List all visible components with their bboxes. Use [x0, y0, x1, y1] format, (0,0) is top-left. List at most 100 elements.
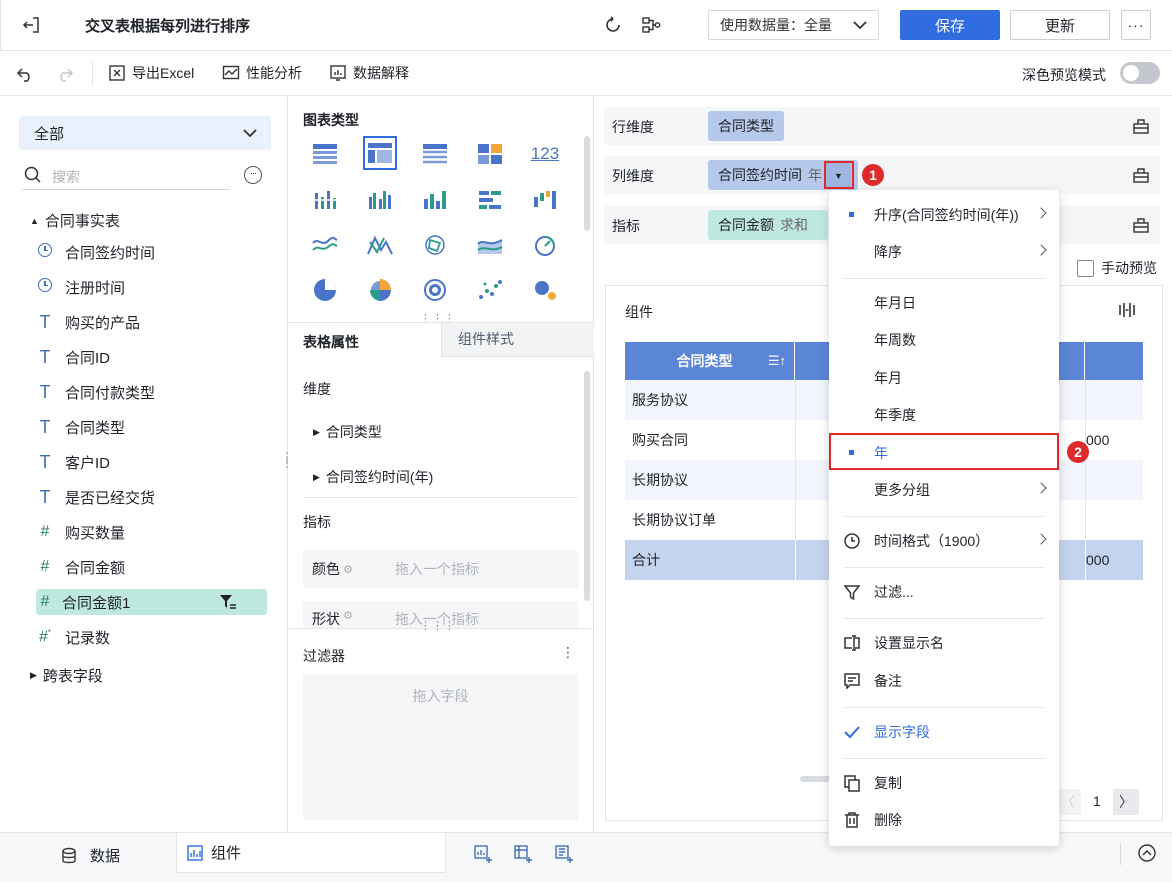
table-cell: 000 — [1085, 420, 1143, 460]
menu-item-more-groups[interactable]: 更多分组 — [829, 472, 1059, 508]
menu-item-descending[interactable]: 降序 — [829, 234, 1059, 270]
radar-chart-icon[interactable] — [418, 228, 452, 262]
field-item[interactable]: # 合同金额 — [36, 554, 125, 580]
cross-table-label: 跨表字段 — [42, 668, 103, 685]
dark-preview-toggle[interactable] — [1120, 62, 1160, 84]
performance-analysis-button[interactable]: 性能分析 — [222, 63, 302, 83]
scope-select[interactable]: 全部 — [19, 116, 271, 150]
sort-icon[interactable]: ☰↑ — [768, 342, 786, 380]
dimension-item[interactable]: ▶ 合同签约时间(年) — [313, 467, 433, 487]
menu-item-filter[interactable]: 过滤... — [829, 574, 1059, 610]
tab-table-props[interactable]: 表格属性 — [303, 332, 359, 352]
number-card-icon[interactable]: 123 — [528, 137, 562, 171]
search-input[interactable]: 搜索 — [52, 167, 80, 187]
add-table-icon[interactable] — [513, 844, 533, 864]
add-text-icon[interactable] — [554, 844, 574, 864]
cross-table-node[interactable]: ▶ 跨表字段 — [30, 665, 103, 686]
menu-item-rename[interactable]: 设置显示名 — [829, 625, 1059, 661]
config-panel: 图表类型 123 ⋮⋮⋮ 表格属性 组件样式 维度 ▶ 合同类型 ▶ 合同签约时间(… — [288, 96, 594, 832]
menu-item-ascending[interactable]: 升序(合同签约时间(年)) — [829, 197, 1059, 233]
tab-component[interactable]: 组件 — [176, 833, 446, 873]
menu-item-show-field[interactable]: 显示字段 — [829, 714, 1059, 750]
row-dimension-label: 行维度 — [612, 119, 654, 135]
menu-item-label: 复制 — [874, 775, 902, 791]
menu-item-copy[interactable]: 复制 — [829, 765, 1059, 801]
field-item[interactable]: # 购买数量 — [36, 519, 125, 545]
scatter-chart-icon[interactable] — [473, 273, 507, 307]
filter-drop-zone[interactable]: 拖入字段 — [303, 674, 578, 820]
table-chart-icon[interactable] — [308, 137, 342, 171]
stacked-bar-icon[interactable] — [308, 183, 342, 217]
dimension-item[interactable]: ▶ 合同类型 — [313, 422, 382, 442]
detail-table-icon[interactable] — [418, 137, 452, 171]
waterfall-chart-icon[interactable] — [528, 183, 562, 217]
manual-preview-checkbox[interactable]: 手动预览 — [1077, 258, 1157, 278]
table-cell: 合计 — [632, 552, 660, 568]
field-item[interactable]: T 购买的产品 — [36, 309, 141, 335]
field-item[interactable]: T 是否已经交货 — [36, 484, 156, 510]
data-amount-select[interactable]: 使用数据量：全量 — [708, 10, 879, 40]
menu-item-ymd[interactable]: 年月日 — [829, 285, 1059, 321]
menu-item-year-week[interactable]: 年周数 — [829, 322, 1059, 358]
metric-lock-button[interactable] — [1122, 206, 1160, 244]
row-dimension-pill[interactable]: 合同类型 — [708, 111, 784, 141]
table-header-label: 合同类型 — [676, 353, 733, 369]
update-button[interactable]: 更新 — [1010, 10, 1110, 40]
bubble-chart-icon[interactable] — [528, 273, 562, 307]
field-item[interactable]: T 合同ID — [36, 344, 111, 370]
redo-icon[interactable] — [56, 65, 74, 83]
more-options-icon[interactable]: ⋮ — [561, 644, 575, 661]
relation-icon[interactable] — [640, 14, 662, 36]
more-button[interactable]: ··· — [1121, 10, 1151, 40]
area-chart-icon[interactable] — [473, 228, 507, 262]
horizontal-bar-icon[interactable] — [473, 183, 507, 217]
table-header-cell[interactable]: 合同类型 ☰↑ — [625, 342, 794, 380]
menu-item-year-month[interactable]: 年月 — [829, 360, 1059, 396]
field-item[interactable]: #* 记录数 — [36, 624, 110, 650]
field-item[interactable]: T 合同付款类型 — [36, 379, 156, 405]
donut-chart-icon[interactable] — [418, 273, 452, 307]
table-node[interactable]: ▲ 合同事实表 — [30, 210, 120, 231]
chart-toggle-icon[interactable] — [1118, 301, 1136, 319]
row-lock-button[interactable] — [1122, 107, 1160, 145]
add-chart-icon[interactable] — [473, 844, 493, 864]
field-item-selected[interactable]: # 合同金额1 — [36, 589, 267, 615]
field-item[interactable]: 合同签约时间 — [36, 239, 155, 265]
tab-component-style[interactable]: 组件样式 — [441, 323, 594, 357]
field-name: 合同类型 — [65, 419, 126, 437]
collapse-up-icon[interactable] — [1137, 843, 1157, 863]
metric-pill[interactable]: 合同金额 求和 — [708, 210, 828, 240]
undo-icon[interactable] — [16, 65, 34, 83]
menu-item-comment[interactable]: 备注 — [829, 663, 1059, 699]
menu-item-delete[interactable]: 删除 — [829, 802, 1059, 838]
chart-type-scrollbar[interactable] — [584, 136, 590, 231]
row-dimension-zone[interactable]: 行维度 合同类型 — [604, 107, 1129, 145]
field-item[interactable]: T 客户ID — [36, 449, 111, 475]
filter-sort-icon[interactable] — [219, 594, 237, 610]
polyline-chart-icon[interactable] — [363, 228, 397, 262]
color-slot[interactable]: 颜色 ⚙ 拖入一个指标 — [303, 550, 578, 588]
grouped-bar-icon[interactable] — [363, 183, 397, 217]
field-item[interactable]: 注册时间 — [36, 274, 125, 300]
kpi-card-icon[interactable] — [473, 137, 507, 171]
bar-chart-icon[interactable] — [418, 183, 452, 217]
cross-table-chart-icon[interactable] — [363, 136, 397, 170]
save-button[interactable]: 保存 — [900, 10, 1000, 40]
exit-icon[interactable] — [20, 14, 42, 36]
field-search[interactable]: 搜索 — [22, 164, 230, 190]
line-chart-icon[interactable] — [308, 228, 342, 262]
tab-data[interactable]: 数据 — [60, 845, 120, 866]
refresh-icon[interactable] — [602, 14, 624, 36]
export-excel-button[interactable]: 导出Excel — [108, 63, 194, 83]
menu-item-year-quarter[interactable]: 年季度 — [829, 397, 1059, 433]
props-scrollbar[interactable] — [584, 371, 590, 601]
next-page-button[interactable]: 〉 — [1113, 789, 1139, 815]
column-lock-button[interactable] — [1122, 156, 1160, 194]
data-explain-button[interactable]: 数据解释 — [329, 63, 409, 83]
gauge-chart-icon[interactable] — [528, 228, 562, 262]
menu-item-time-format[interactable]: 时间格式（1900） — [829, 523, 1059, 559]
rose-chart-icon[interactable] — [363, 273, 397, 307]
field-item[interactable]: T 合同类型 — [36, 414, 126, 440]
pie-chart-icon[interactable] — [308, 273, 342, 307]
more-options-icon[interactable]: ··· — [244, 166, 262, 184]
